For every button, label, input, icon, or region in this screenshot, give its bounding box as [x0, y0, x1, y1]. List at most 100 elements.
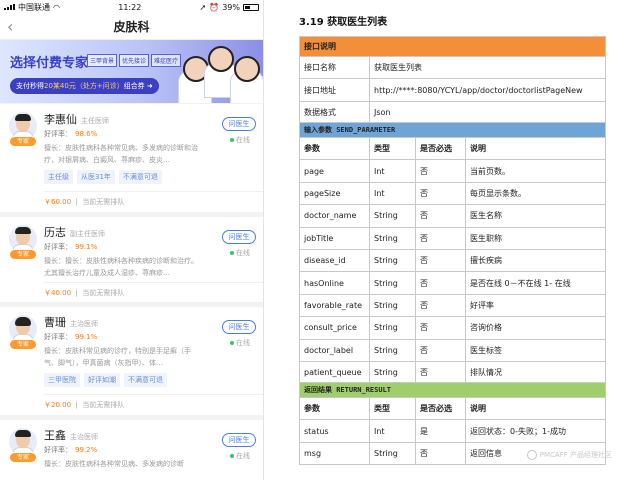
tag: 从医31年	[77, 170, 115, 184]
param-name: jobTitle	[299, 226, 370, 250]
expert-badge: 专家	[10, 137, 36, 146]
price-bar: ￥20.00 | 当前无需排队	[44, 394, 263, 414]
param-row: favorable_rate String 否好评率	[299, 293, 607, 318]
watermark-logo-icon	[526, 450, 537, 460]
param-name: consult_price	[299, 316, 370, 340]
doctor-card[interactable]: 专家 李惠仙 主任医师 好评率： 98.6% 擅长：皮肤性病科各种常见病、多发病的诊…	[0, 104, 263, 212]
param-description: 医生标签	[464, 338, 607, 362]
param-name: msg	[299, 441, 370, 466]
expert-badge: 专家	[10, 453, 36, 462]
param-row: disease_id String 否擅长疾病	[299, 248, 607, 273]
param-name: patient_queue	[299, 360, 370, 385]
param-name: favorable_rate	[299, 293, 370, 318]
param-description: 当前页数。	[464, 159, 607, 183]
param-description: 返回状态：0-失败；1-成功	[464, 419, 607, 443]
param-description: 每页显示条数。	[464, 181, 607, 206]
doctor-title: 主任医师	[81, 117, 109, 125]
param-type: String	[369, 271, 416, 295]
data-format: Json	[369, 100, 606, 125]
doctor-description: 擅长：皮肤科常见病的诊疗，特别是手足癣（手气、脚气），甲真菌病（灰指甲）、体…	[44, 347, 191, 367]
queue-status: 当前无需排队	[82, 401, 125, 409]
doctor-card[interactable]: 专家 王鑫 主治医师 好评率： 99.2% 擅长：皮肤性病科各种常见病、多发病的诊断…	[0, 420, 263, 480]
interface-table: 接口说明 接口名称 获取医生列表 接口地址 http://****:8080/YCY…	[299, 36, 606, 125]
rating: 好评率： 99.2%	[44, 446, 98, 454]
rating: 好评率： 98.6%	[44, 130, 98, 138]
doctor-card[interactable]: 专家 历志 副主任医师 好评率： 99.1% 擅长：擅长：皮肤性病科各种疾病的诊断和…	[0, 217, 263, 302]
param-header-row: 参数 类型 是否必选 说明	[299, 396, 607, 421]
doctor-description: 擅长：皮肤性病科各种常见病、多发病的诊断	[44, 460, 184, 468]
param-required: 否	[415, 271, 466, 295]
banner-tag: 优先接诊	[119, 54, 150, 67]
param-name: pageSize	[299, 181, 370, 206]
param-header-row: 参数 类型 是否必选 说明	[299, 136, 607, 161]
param-description: 擅长疾病	[464, 248, 607, 273]
param-type: Int	[369, 159, 416, 183]
param-required: 否	[415, 159, 466, 183]
banner-title: 选择付费专家	[10, 56, 89, 71]
ask-doctor-button[interactable]: 问医生	[222, 320, 256, 334]
param-row: consult_price String 否咨询价格	[299, 316, 607, 340]
ask-doctor-button[interactable]: 问医生	[222, 433, 256, 447]
doctor-tags: 主任级 从医31年 不满意可退	[44, 170, 162, 184]
ask-doctor-button[interactable]: 问医生	[222, 117, 256, 131]
param-row: page Int 否当前页数。	[299, 159, 607, 183]
tag: 三甲医院	[44, 373, 80, 387]
doctor-card[interactable]: 专家 曹珊 主治医师 好评率： 99.1% 擅长：皮肤科常见病的诊疗，特别是手足癣（…	[0, 307, 263, 415]
doctor-name: 王鑫 主治医师	[44, 429, 98, 442]
param-type: String	[369, 248, 416, 273]
param-row: status Int 是返回状态：0-失败；1-成功	[299, 419, 607, 443]
online-dot-icon	[230, 341, 234, 345]
param-name: doctor_label	[299, 338, 370, 362]
doctor-description: 擅长：皮肤性病科各种常见病、多发病的诊断和治疗，对银屑病、白癜风、荨麻疹、皮炎…	[44, 144, 198, 164]
param-required: 否	[415, 248, 466, 273]
nav-bar: ‹ 皮肤科	[0, 14, 263, 40]
back-chevron-icon[interactable]: ‹	[7, 17, 13, 36]
param-required: 否	[415, 316, 466, 340]
doctor-title: 副主任医师	[70, 230, 105, 238]
param-required: 否	[415, 338, 466, 362]
queue-status: 当前无需排队	[82, 289, 125, 297]
param-name: page	[299, 159, 370, 183]
online-dot-icon	[230, 454, 234, 458]
price: ￥40.00	[44, 289, 72, 297]
battery-percent: 39%	[222, 2, 240, 12]
price-bar: ￥60.00 | 当前无需排队	[44, 191, 263, 211]
doctor-title: 主治医师	[70, 433, 98, 441]
param-row: pageSize Int 否每页显示条数。	[299, 181, 607, 206]
online-status: 在线	[230, 338, 250, 348]
param-description: 咨询价格	[464, 316, 607, 340]
api-document: 3.19 获取医生列表 接口说明 接口名称 获取医生列表 接口地址 http://*…	[270, 0, 620, 480]
tag: 好评如潮	[84, 373, 120, 387]
interface-section-header: 接口说明	[299, 36, 606, 57]
param-type: String	[369, 293, 416, 318]
avatar	[9, 315, 37, 343]
param-required: 是	[415, 419, 466, 443]
param-required: 否	[415, 360, 466, 385]
tag: 不满意可退	[124, 373, 167, 387]
watermark: PMCAFF 产品经理社区	[526, 450, 612, 460]
online-status: 在线	[230, 135, 250, 145]
signal-icon	[4, 4, 15, 10]
param-row: patient_queue String 否排队情况	[299, 360, 607, 385]
doctor-description: 擅长：擅长：皮肤性病科各种疾病的诊断和治疗。尤其擅长治疗儿童及成人湿疹、荨麻疹…	[44, 257, 198, 277]
param-name: disease_id	[299, 248, 370, 273]
expert-badge: 专家	[10, 340, 36, 349]
doctor-title: 主治医师	[70, 320, 98, 328]
banner-tags: 三甲背景 优先接诊 难症医疗	[87, 54, 182, 67]
online-dot-icon	[230, 138, 234, 142]
page-title: 皮肤科	[113, 20, 150, 34]
clock: 11:22	[118, 2, 142, 12]
avatar	[9, 428, 37, 456]
ask-doctor-button[interactable]: 问医生	[222, 230, 256, 244]
banner-promo[interactable]: 支付秒得20某40元（处方+问诊）组合券 ➜	[10, 78, 159, 94]
online-status: 在线	[230, 248, 250, 258]
param-type: Int	[369, 181, 416, 206]
doctor-name: 历志 副主任医师	[44, 226, 105, 239]
param-required: 否	[415, 181, 466, 206]
doctor-tags: 三甲医院 好评如潮 不满意可退	[44, 373, 167, 387]
section-title: 3.19 获取医生列表	[299, 17, 388, 28]
battery-icon	[243, 3, 259, 11]
avatar	[9, 112, 37, 140]
paid-expert-banner[interactable]: 选择付费专家 三甲背景 优先接诊 难症医疗 支付秒得20某40元（处方+问诊）组…	[0, 40, 263, 103]
online-status: 在线	[230, 451, 250, 461]
